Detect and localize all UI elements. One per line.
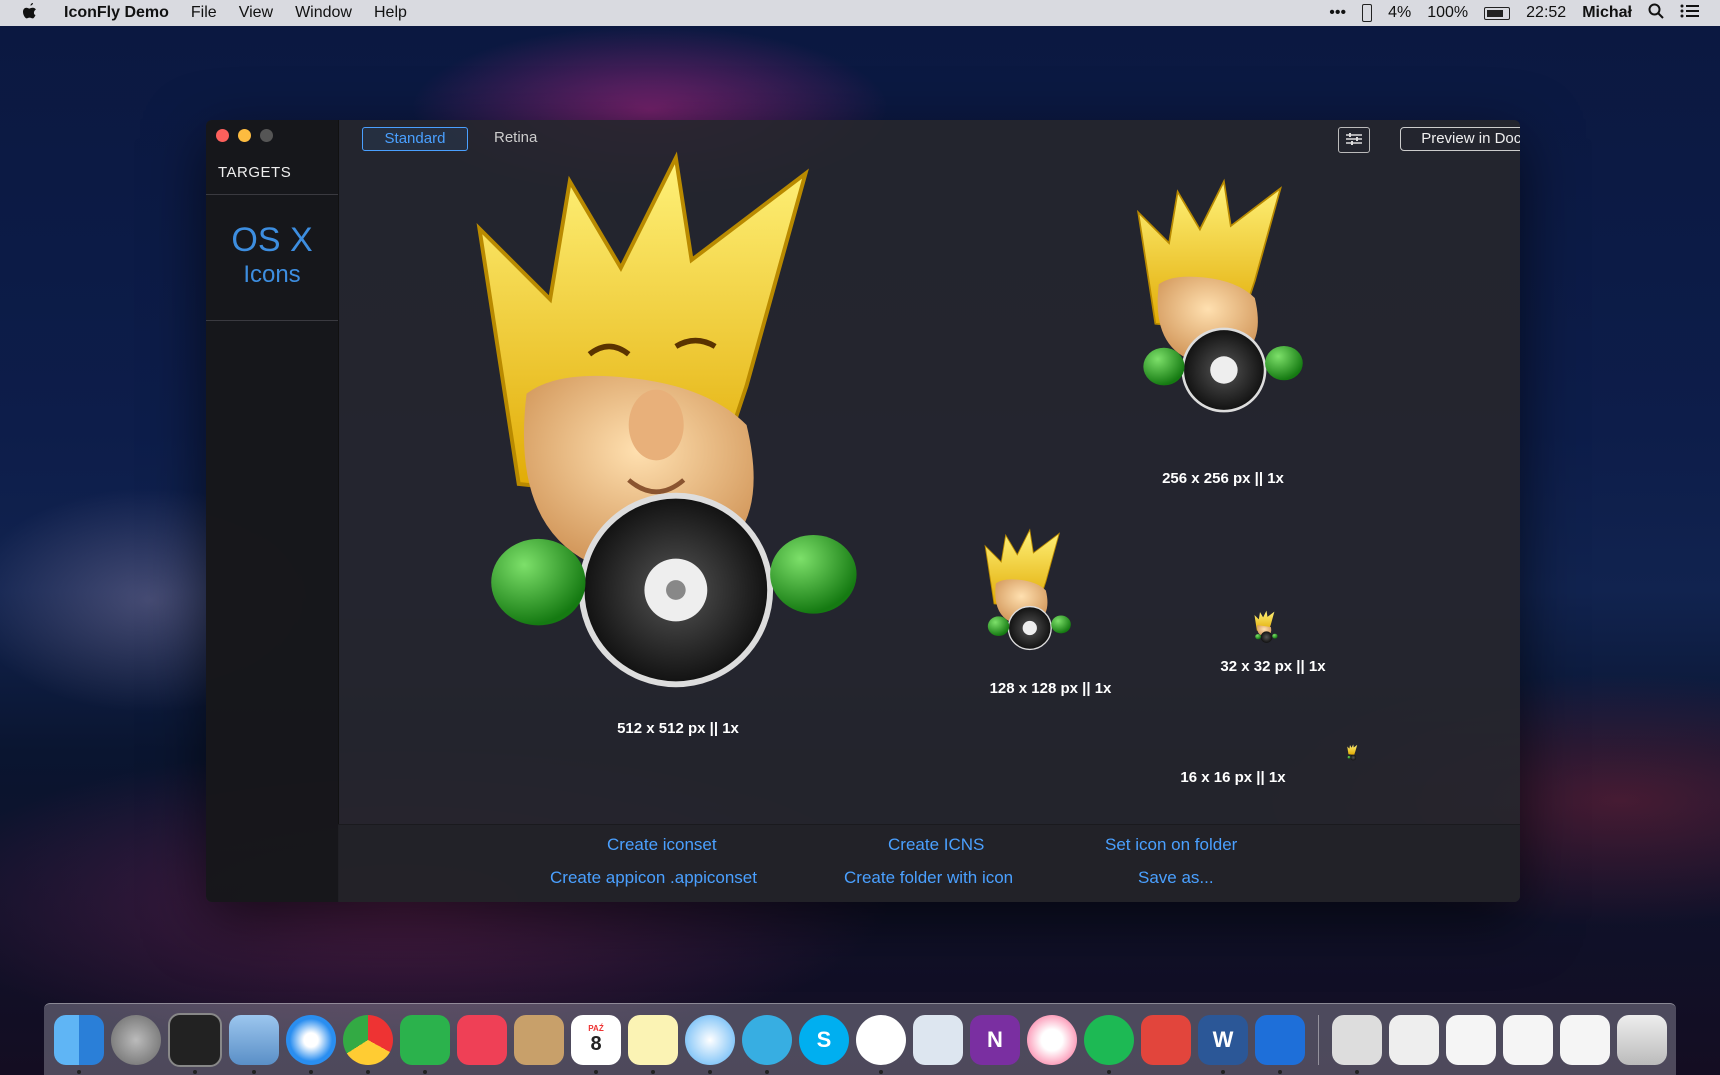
- dj-king-icon: [1347, 744, 1358, 761]
- notification-center-icon[interactable]: [1680, 3, 1700, 24]
- spotlight-search-icon[interactable]: [1648, 3, 1664, 24]
- clock[interactable]: 22:52: [1526, 4, 1566, 22]
- apple-menu-icon[interactable]: [22, 2, 42, 25]
- icon-preview-16: [1347, 744, 1359, 766]
- icon-preview-128: [983, 528, 1073, 658]
- dock-photo-slideshow-icon[interactable]: [913, 1014, 963, 1065]
- more-menu-extras[interactable]: •••: [1329, 4, 1346, 22]
- dock-minimized-window-thumbnail[interactable]: [1503, 1014, 1553, 1065]
- actions-bar: Create iconset Create ICNS Set icon on f…: [338, 824, 1520, 902]
- dock-messages-icon[interactable]: [685, 1014, 735, 1074]
- dock-contacts-icon[interactable]: [514, 1014, 564, 1065]
- save-as-button[interactable]: Save as...: [1138, 868, 1214, 888]
- dock-pocket-icon[interactable]: [457, 1014, 507, 1065]
- preview-in-dock-button[interactable]: Preview in Dock: [1400, 127, 1520, 151]
- size-label-256: 256 x 256 px || 1x: [1162, 470, 1284, 487]
- dock-trash-icon[interactable]: [1617, 1014, 1667, 1065]
- dock-onenote-icon[interactable]: N: [970, 1014, 1020, 1065]
- menu-window[interactable]: Window: [295, 4, 352, 22]
- tab-retina[interactable]: Retina: [494, 129, 537, 146]
- dj-king-icon: [984, 528, 1071, 651]
- dj-king-icon: [1136, 178, 1303, 413]
- size-label-128: 128 x 128 px || 1x: [989, 680, 1112, 697]
- icon-preview-256: [1133, 178, 1308, 423]
- icon-preview-32: [1254, 610, 1278, 649]
- dock-separator: [1318, 1014, 1319, 1065]
- dock-messenger-icon[interactable]: [856, 1014, 906, 1074]
- dock-skype-icon[interactable]: S: [799, 1014, 849, 1065]
- set-icon-on-folder-button[interactable]: Set icon on folder: [1105, 835, 1237, 855]
- dock: PAŹ 8 S N W: [44, 1003, 1676, 1075]
- sliders-icon: [1346, 133, 1362, 145]
- menu-bar: IconFly Demo File View Window Help ••• 4…: [0, 0, 1720, 26]
- dj-king-icon: [476, 151, 857, 688]
- dock-iconfly-icon[interactable]: [1332, 1014, 1382, 1074]
- dock-minimized-window-thumbnail[interactable]: [1560, 1014, 1610, 1065]
- sidebar: TARGETS OS X Icons: [206, 120, 339, 902]
- size-label-16: 16 x 16 px || 1x: [1180, 769, 1286, 786]
- preview-area: Standard Retina Preview in Dock 512 x 51…: [338, 120, 1520, 902]
- menu-help[interactable]: Help: [374, 4, 407, 22]
- dock-notes-icon[interactable]: [628, 1014, 678, 1074]
- sidebar-divider: [206, 194, 338, 195]
- dock-minimized-window-thumbnail[interactable]: [1446, 1014, 1496, 1065]
- tab-standard[interactable]: Standard: [362, 127, 468, 151]
- zoom-window-button[interactable]: [260, 129, 273, 142]
- calendar-day: 8: [590, 1032, 602, 1055]
- dock-chrome-icon[interactable]: [343, 1014, 393, 1074]
- icon-preview-512: [468, 150, 868, 705]
- targets-heading: TARGETS: [218, 164, 292, 181]
- create-icns-button[interactable]: Create ICNS: [888, 835, 984, 855]
- dock-minimized-window-thumbnail[interactable]: [1389, 1014, 1439, 1065]
- battery-icon[interactable]: [1484, 6, 1511, 20]
- menu-file[interactable]: File: [191, 4, 217, 22]
- menu-view[interactable]: View: [239, 4, 273, 22]
- dock-activity-monitor-icon[interactable]: [168, 1012, 222, 1074]
- dock-preview-icon[interactable]: [229, 1014, 279, 1074]
- phone-battery-percent: 4%: [1388, 4, 1412, 21]
- dock-launchpad-icon[interactable]: [111, 1014, 161, 1065]
- dock-itunes-icon[interactable]: [1027, 1014, 1077, 1065]
- dj-king-icon: [1254, 610, 1278, 643]
- dock-xcode-icon[interactable]: [1255, 1014, 1305, 1074]
- app-menu[interactable]: IconFly Demo: [64, 4, 169, 22]
- dock-calendar-icon[interactable]: PAŹ 8: [571, 1014, 621, 1074]
- dock-feedly-icon[interactable]: [400, 1014, 450, 1074]
- dock-safari-icon[interactable]: [286, 1014, 336, 1074]
- size-label-512: 512 x 512 px || 1x: [617, 720, 739, 737]
- close-window-button[interactable]: [216, 129, 229, 142]
- dock-installer-icon[interactable]: [1141, 1014, 1191, 1065]
- target-osx-icons[interactable]: OS X Icons: [206, 220, 338, 290]
- target-title: OS X: [231, 221, 313, 259]
- dock-finder-icon[interactable]: [54, 1014, 104, 1074]
- calendar-month: PAŹ: [588, 1023, 604, 1033]
- iconfly-window: TARGETS OS X Icons Standard Retina Previ…: [206, 120, 1520, 902]
- dock-telegram-icon[interactable]: [742, 1014, 792, 1074]
- create-iconset-button[interactable]: Create iconset: [607, 835, 717, 855]
- minimize-window-button[interactable]: [238, 129, 251, 142]
- size-label-32: 32 x 32 px || 1x: [1220, 658, 1326, 675]
- user-name[interactable]: Michał: [1582, 4, 1632, 22]
- create-folder-with-icon-button[interactable]: Create folder with icon: [844, 868, 1013, 888]
- settings-sliders-button[interactable]: [1338, 127, 1370, 153]
- window-controls: [216, 129, 273, 142]
- phone-battery-icon[interactable]: [1362, 4, 1373, 22]
- battery-percent[interactable]: 100%: [1427, 4, 1468, 22]
- sidebar-divider: [206, 320, 338, 321]
- dock-spotify-icon[interactable]: [1084, 1014, 1134, 1074]
- dock-word-icon[interactable]: W: [1198, 1014, 1248, 1074]
- target-subtitle: Icons: [243, 261, 301, 288]
- create-appiconset-button[interactable]: Create appicon .appiconset: [550, 868, 757, 888]
